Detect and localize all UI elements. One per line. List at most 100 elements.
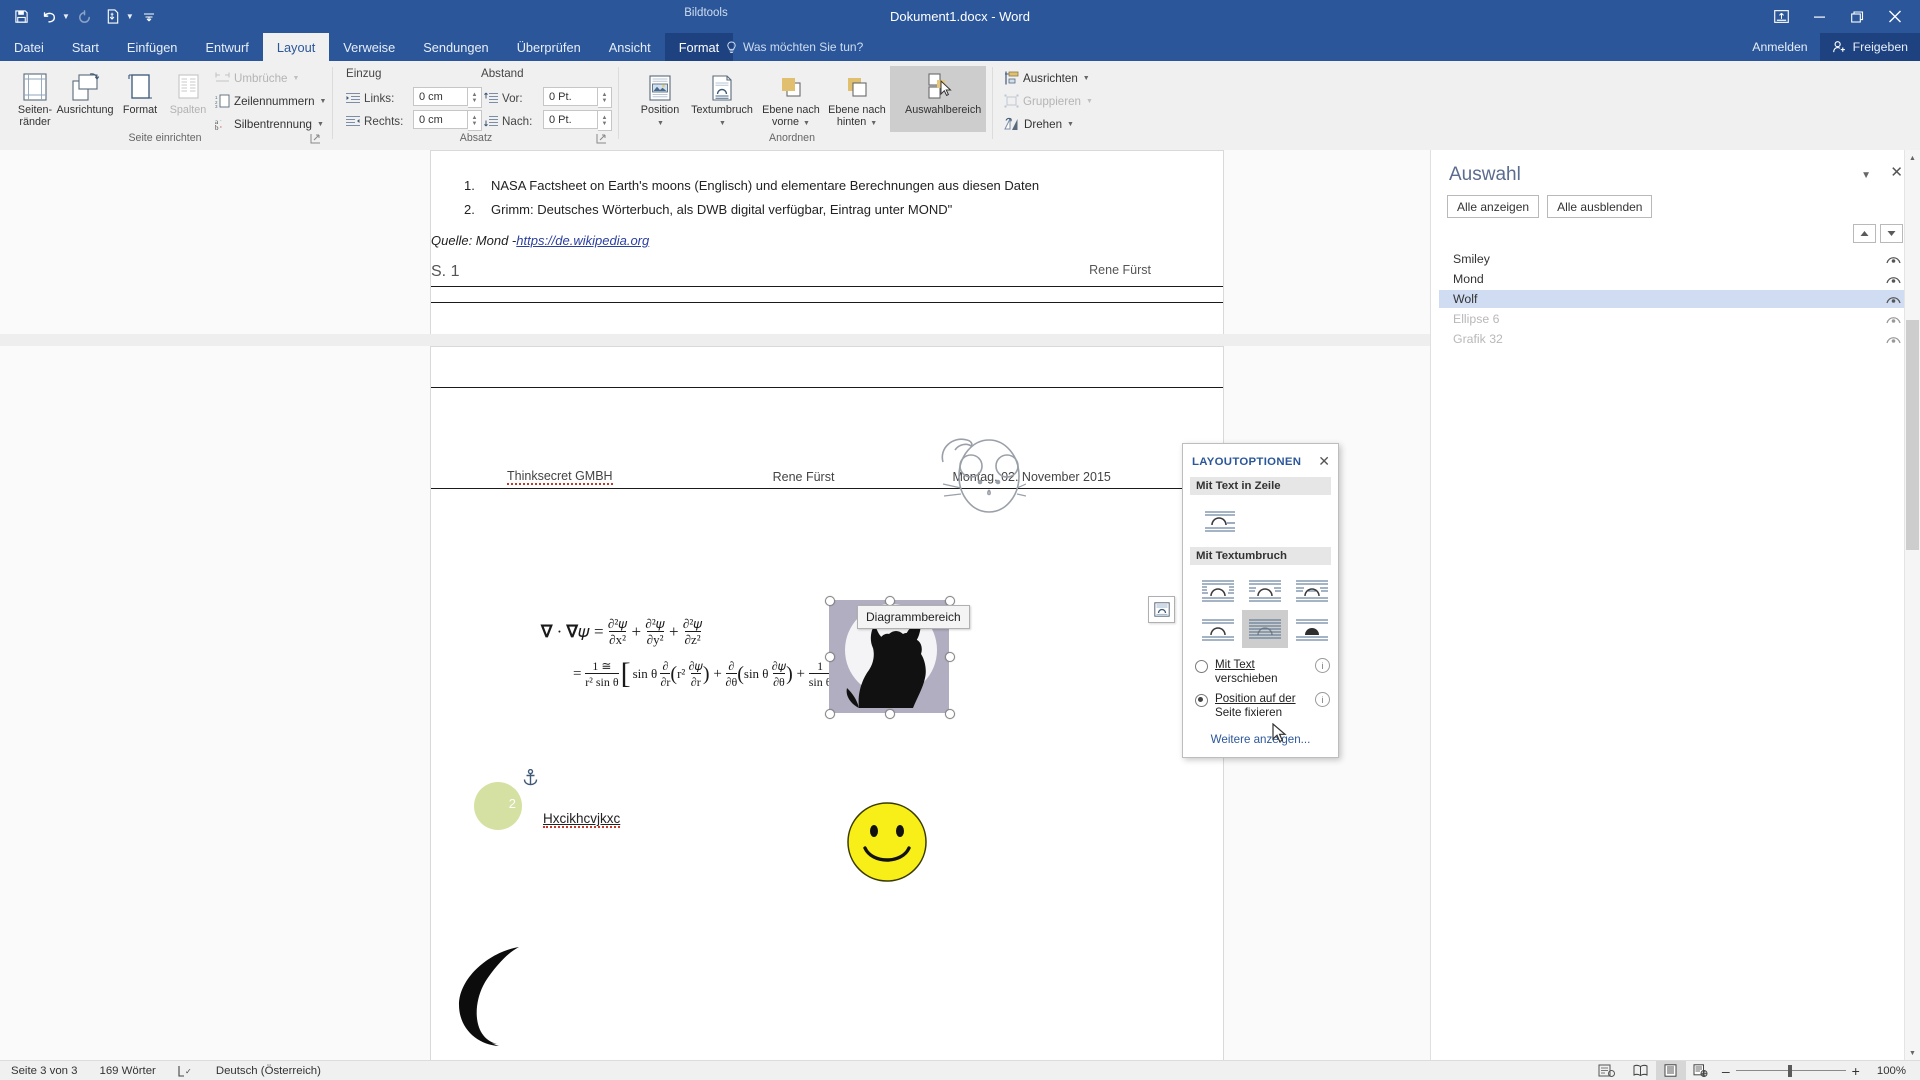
- layout-options-launcher-button[interactable]: [1148, 596, 1175, 623]
- rotate-button[interactable]: Drehen ▼: [1004, 115, 1074, 133]
- smiley-shape[interactable]: [846, 802, 928, 887]
- wrap-behind-text[interactable]: [1242, 610, 1288, 648]
- selection-handle-mr[interactable]: [945, 652, 955, 662]
- zoom-level-label[interactable]: 100%: [1866, 1061, 1920, 1080]
- hide-all-button[interactable]: Alle ausblenden: [1547, 195, 1653, 218]
- status-language[interactable]: Deutsch (Österreich): [205, 1061, 332, 1080]
- moon-shape[interactable]: [439, 942, 549, 1057]
- zoom-in-button[interactable]: +: [1846, 1061, 1866, 1080]
- tab-layout[interactable]: Layout: [262, 33, 330, 61]
- paragraph-dialog-launcher[interactable]: [594, 131, 608, 145]
- tab-sendungen[interactable]: Sendungen: [409, 33, 502, 61]
- task-pane-collapse-icon[interactable]: ▼: [1861, 170, 1871, 181]
- selection-handle-ml[interactable]: [825, 652, 835, 662]
- minimize-button[interactable]: [1800, 0, 1838, 33]
- close-button[interactable]: [1876, 0, 1914, 33]
- visibility-eye-icon[interactable]: [1886, 333, 1901, 347]
- math-formula[interactable]: ∇ · ∇ 𝜓 = ∂²𝜓 ∂x² + ∂²𝜓 ∂y² + ∂²𝜓 ∂z² = 1 ≅ r…: [541, 617, 863, 690]
- status-page[interactable]: Seite 3 von 3: [0, 1061, 89, 1080]
- selection-handle-bc[interactable]: [885, 709, 895, 719]
- spacing-before-value[interactable]: 0 Pt.: [543, 87, 598, 106]
- tab-verweise[interactable]: Verweise: [329, 33, 409, 61]
- layout-options-popup[interactable]: LAYOUTOPTIONEN ✕ Mit Text in Zeile Mit T…: [1182, 443, 1339, 758]
- wrap-tight[interactable]: [1242, 571, 1288, 609]
- show-all-button[interactable]: Alle anzeigen: [1447, 195, 1540, 218]
- see-more-link[interactable]: Weitere anzeigen...: [1211, 733, 1311, 746]
- mouse-graphic[interactable]: [931, 432, 1027, 522]
- columns-button[interactable]: Spalten: [158, 66, 218, 132]
- selection-item-ellipse-6[interactable]: Ellipse 6: [1439, 310, 1913, 328]
- move-with-text-info-icon[interactable]: i: [1315, 658, 1330, 673]
- scroll-up-arrow[interactable]: ▲: [1905, 150, 1920, 166]
- indent-right-value[interactable]: 0 cm: [413, 110, 468, 129]
- wrap-square[interactable]: [1195, 571, 1241, 609]
- send-backward-dropdown-icon[interactable]: ▼: [870, 120, 877, 127]
- move-with-text-row[interactable]: Mit Text verschieben i: [1183, 652, 1338, 688]
- selection-pane-button[interactable]: Auswahlbereich: [890, 66, 986, 132]
- tab-ansicht[interactable]: Ansicht: [595, 33, 665, 61]
- zoom-slider-thumb[interactable]: [1787, 1065, 1792, 1077]
- spacing-after-spin-arrows[interactable]: ▲ ▼: [598, 110, 612, 131]
- page-2[interactable]: Thinksecret GMBH Rene Fürst Montag, 02. …: [430, 346, 1224, 1061]
- line-numbers-button[interactable]: 123 Zeilennummern ▼: [215, 92, 326, 110]
- see-more-row[interactable]: Weitere anzeigen...: [1183, 722, 1338, 757]
- send-backward-button[interactable]: Ebene nach hinten ▼: [824, 66, 890, 132]
- position-button[interactable]: Position ▼: [630, 66, 690, 132]
- move-down-button[interactable]: [1880, 224, 1903, 243]
- status-words[interactable]: 169 Wörter: [89, 1061, 167, 1080]
- status-macro-icon[interactable]: [1587, 1061, 1626, 1080]
- wrap-inline-with-text[interactable]: [1197, 501, 1243, 539]
- fix-position-info-icon[interactable]: i: [1315, 692, 1330, 707]
- align-button[interactable]: Ausrichten ▼: [1004, 69, 1090, 87]
- web-layout-button[interactable]: [1686, 1061, 1716, 1080]
- zoom-out-button[interactable]: –: [1716, 1061, 1736, 1080]
- tell-me-box[interactable]: Was möchten Sie tun?: [725, 33, 863, 61]
- vertical-scrollbar[interactable]: ▲ ▼: [1904, 150, 1920, 1061]
- selection-item-wolf[interactable]: Wolf: [1439, 290, 1913, 308]
- page-1[interactable]: 1. NASA Factsheet on Earth's moons (Engl…: [430, 150, 1224, 335]
- layout-options-close-icon[interactable]: ✕: [1318, 453, 1330, 470]
- task-pane-close-icon[interactable]: ✕: [1890, 163, 1903, 181]
- orientation-button[interactable]: Ausrichtung: [55, 66, 115, 132]
- tab-einfuegen[interactable]: Einfügen: [113, 33, 192, 61]
- sign-in-button[interactable]: Anmelden: [1740, 33, 1819, 61]
- wrap-top-and-bottom[interactable]: [1195, 610, 1241, 648]
- bring-forward-dropdown-icon[interactable]: ▼: [803, 120, 810, 127]
- tab-format[interactable]: Format: [664, 33, 734, 61]
- indent-right-spinner[interactable]: 0 cm ▲ ▼: [413, 110, 482, 131]
- spacing-before-spin-arrows[interactable]: ▲ ▼: [598, 87, 612, 108]
- scrollbar-thumb[interactable]: [1906, 320, 1919, 550]
- read-mode-button[interactable]: [1626, 1061, 1656, 1080]
- visibility-eye-icon[interactable]: [1886, 293, 1901, 307]
- selection-handle-tl[interactable]: [825, 596, 835, 606]
- zoom-slider[interactable]: [1735, 1061, 1846, 1080]
- scroll-down-arrow[interactable]: ▼: [1905, 1045, 1920, 1061]
- tab-ueberpruefen[interactable]: Überprüfen: [503, 33, 595, 61]
- share-button[interactable]: Freigeben: [1819, 33, 1920, 61]
- ribbon-display-options-icon[interactable]: [1762, 0, 1800, 33]
- indent-right-spin-arrows[interactable]: ▲ ▼: [468, 110, 482, 131]
- selection-handle-br[interactable]: [945, 709, 955, 719]
- bring-forward-button[interactable]: Ebene nach vorne ▼: [758, 66, 824, 132]
- tab-entwurf[interactable]: Entwurf: [191, 33, 262, 61]
- selection-item-smiley[interactable]: Smiley: [1439, 250, 1913, 268]
- selection-item-mond[interactable]: Mond: [1439, 270, 1913, 288]
- ellipse-shape[interactable]: 2: [474, 782, 522, 830]
- source-hyperlink[interactable]: https://de.wikipedia.org: [516, 233, 649, 248]
- position-dropdown-icon[interactable]: ▼: [657, 120, 664, 127]
- move-with-text-radio[interactable]: [1195, 660, 1208, 673]
- selection-handle-bl[interactable]: [825, 709, 835, 719]
- wrap-text-button[interactable]: Textumbruch ▼: [691, 66, 753, 132]
- wrap-in-front-of-text[interactable]: [1289, 610, 1335, 648]
- selection-item-grafik-32[interactable]: Grafik 32: [1439, 330, 1913, 348]
- indent-left-spin-arrows[interactable]: ▲ ▼: [468, 87, 482, 108]
- spacing-after-value[interactable]: 0 Pt.: [543, 110, 598, 129]
- visibility-eye-icon[interactable]: [1886, 273, 1901, 287]
- visibility-eye-icon[interactable]: [1886, 313, 1901, 327]
- wrap-through[interactable]: [1289, 571, 1335, 609]
- visibility-eye-icon[interactable]: [1886, 253, 1901, 267]
- spacing-before-spinner[interactable]: 0 Pt. ▲ ▼: [543, 87, 612, 108]
- tab-start[interactable]: Start: [58, 33, 113, 61]
- move-up-button[interactable]: [1853, 224, 1876, 243]
- fix-position-row[interactable]: Position auf der Seite fixieren i: [1183, 688, 1338, 722]
